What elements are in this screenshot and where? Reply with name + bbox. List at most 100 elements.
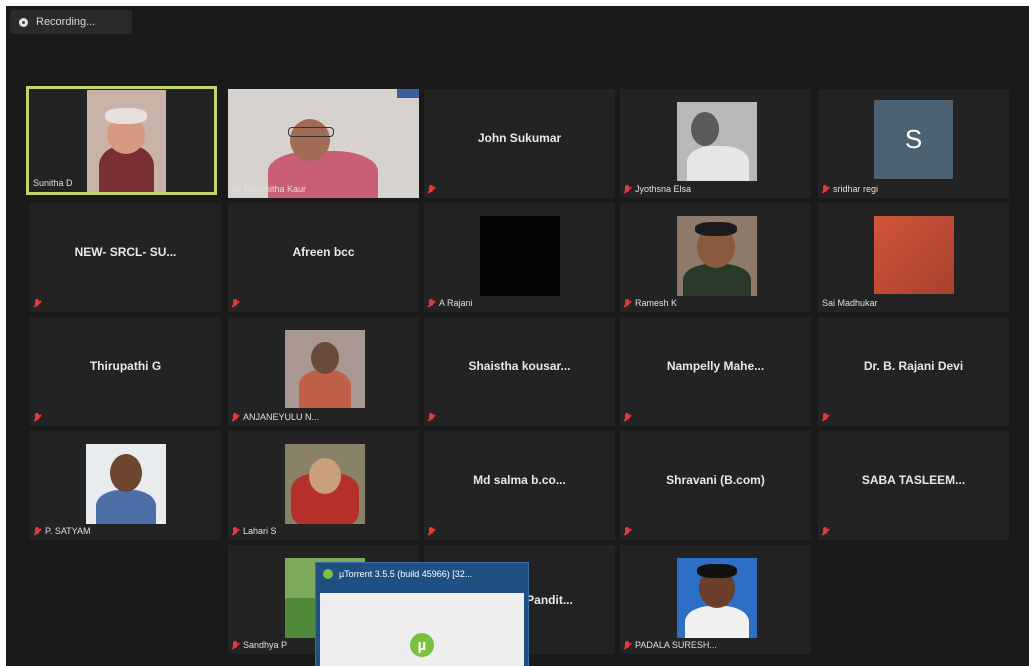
participant-name-display: John Sukumar <box>477 131 562 146</box>
participant-photo <box>677 102 757 181</box>
participant-label: A Rajani <box>428 298 473 308</box>
participant-label: P. SATYAM <box>34 526 91 536</box>
participant-label: sridhar regi <box>822 184 878 194</box>
video-tile[interactable]: Shaistha kousar... <box>424 317 615 426</box>
participant-name: PADALA SURESH... <box>635 640 717 650</box>
participant-photo <box>285 444 365 524</box>
muted-mic-icon <box>624 298 631 308</box>
muted-mic-icon <box>232 412 239 422</box>
utorrent-icon <box>323 569 333 579</box>
participant-label: Dr Harichitha Kaur <box>232 184 306 194</box>
meeting-window: Recording... Sunitha D Dr Harichitha Kau… <box>6 6 1029 666</box>
participant-label <box>624 527 631 536</box>
muted-mic-icon <box>624 640 631 650</box>
participant-name: A Rajani <box>439 298 473 308</box>
video-tile[interactable]: A Rajani <box>424 203 615 312</box>
video-tile[interactable]: Ramesh K <box>620 203 811 312</box>
participant-label <box>34 299 41 308</box>
participant-photo <box>285 330 365 408</box>
participant-name: Lahari S <box>243 526 277 536</box>
participant-video <box>87 90 166 192</box>
participant-name-display: Thirupathi G <box>89 359 162 374</box>
participant-name-display: Md salma b.co... <box>473 473 566 488</box>
participant-video <box>228 89 419 198</box>
participant-name: Ramesh K <box>635 298 678 308</box>
record-icon <box>19 17 28 27</box>
participant-name: ANJANEYULU N... <box>243 412 320 422</box>
utorrent-logo-icon: µ <box>410 633 434 657</box>
video-tile[interactable]: Dr Harichitha Kaur <box>228 89 419 198</box>
video-tile[interactable]: Shravani (B.com) <box>620 431 811 540</box>
utorrent-splash: µ <box>320 593 524 666</box>
participant-label: Jyothsna Elsa <box>624 184 691 194</box>
video-tile[interactable]: S sridhar regi <box>818 89 1009 198</box>
muted-mic-icon <box>428 527 435 536</box>
participant-photo <box>677 558 757 638</box>
participant-label: Sandhya P <box>232 640 287 650</box>
muted-mic-icon <box>428 413 435 422</box>
utorrent-title: µTorrent 3.5.5 (build 45966) [32... <box>339 569 473 579</box>
participant-label: Sai Madhukar <box>822 298 878 308</box>
participant-name-display: Shravani (B.com) <box>666 473 765 488</box>
utorrent-window[interactable]: µTorrent 3.5.5 (build 45966) [32... µ <box>315 562 529 666</box>
participant-photo <box>86 444 166 524</box>
video-tile[interactable]: Nampelly Mahe... <box>620 317 811 426</box>
participant-label <box>428 413 435 422</box>
participant-name: Sai Madhukar <box>822 298 878 308</box>
participant-name: Dr Harichitha Kaur <box>232 184 307 194</box>
video-tile[interactable]: Sai Madhukar <box>818 203 1009 312</box>
video-tile[interactable]: Thirupathi G <box>30 317 221 426</box>
participant-label <box>428 527 435 536</box>
muted-mic-icon <box>822 184 829 194</box>
participant-name-display: NEW- SRCL- SU... <box>74 245 177 260</box>
participant-name-display: Nampelly Mahe... <box>666 359 765 374</box>
participant-label: ANJANEYULU N... <box>232 412 319 422</box>
participant-name-display: SABA TASLEEM... <box>861 473 966 488</box>
participant-avatar: S <box>874 100 953 179</box>
muted-mic-icon <box>624 184 631 194</box>
muted-mic-icon <box>624 527 631 536</box>
participant-label: Ramesh K <box>624 298 677 308</box>
video-tile[interactable]: SABA TASLEEM... <box>818 431 1009 540</box>
muted-mic-icon <box>428 298 435 308</box>
participant-label: Sunitha D <box>33 178 73 188</box>
participant-name: Sandhya P <box>243 640 288 650</box>
video-tile[interactable]: ANJANEYULU N... <box>228 317 419 426</box>
participant-label <box>34 413 41 422</box>
video-tile[interactable]: Jyothsna Elsa <box>620 89 811 198</box>
video-tile[interactable]: Dr. B. Rajani Devi <box>818 317 1009 426</box>
muted-mic-icon <box>34 299 41 308</box>
participant-name: Jyothsna Elsa <box>635 184 692 194</box>
participant-photo <box>480 216 560 296</box>
video-tile[interactable]: Md salma b.co... <box>424 431 615 540</box>
muted-mic-icon <box>624 413 631 422</box>
utorrent-titlebar[interactable]: µTorrent 3.5.5 (build 45966) [32... <box>316 563 528 585</box>
recording-label: Recording... <box>36 16 96 28</box>
video-tile[interactable]: Afreen bcc <box>228 203 419 312</box>
participant-label <box>624 413 631 422</box>
participant-name: sridhar regi <box>833 184 879 194</box>
muted-mic-icon <box>232 640 239 650</box>
participant-name-display: Shaistha kousar... <box>468 359 571 374</box>
video-tile[interactable]: NEW- SRCL- SU... <box>30 203 221 312</box>
video-tile[interactable]: PADALA SURESH... <box>620 545 811 654</box>
participant-name-display: Dr. B. Rajani Devi <box>863 359 964 374</box>
participant-name: Sunitha D <box>33 178 73 188</box>
muted-mic-icon <box>232 526 239 536</box>
video-tile-active-speaker[interactable]: Sunitha D <box>26 86 217 195</box>
muted-mic-icon <box>34 413 41 422</box>
participant-name-display: Afreen bcc <box>292 245 355 260</box>
muted-mic-icon <box>34 526 41 536</box>
participant-photo <box>677 216 757 296</box>
muted-mic-icon <box>822 413 829 422</box>
muted-mic-icon <box>428 185 435 194</box>
video-tile[interactable]: Lahari S <box>228 431 419 540</box>
participant-label: PADALA SURESH... <box>624 640 717 650</box>
participant-label <box>428 185 435 194</box>
video-tile[interactable]: John Sukumar <box>424 89 615 198</box>
participant-label <box>232 299 239 308</box>
participant-photo <box>874 216 954 294</box>
recording-indicator[interactable]: Recording... <box>10 10 132 34</box>
muted-mic-icon <box>822 527 829 536</box>
video-tile[interactable]: P. SATYAM <box>30 431 221 540</box>
